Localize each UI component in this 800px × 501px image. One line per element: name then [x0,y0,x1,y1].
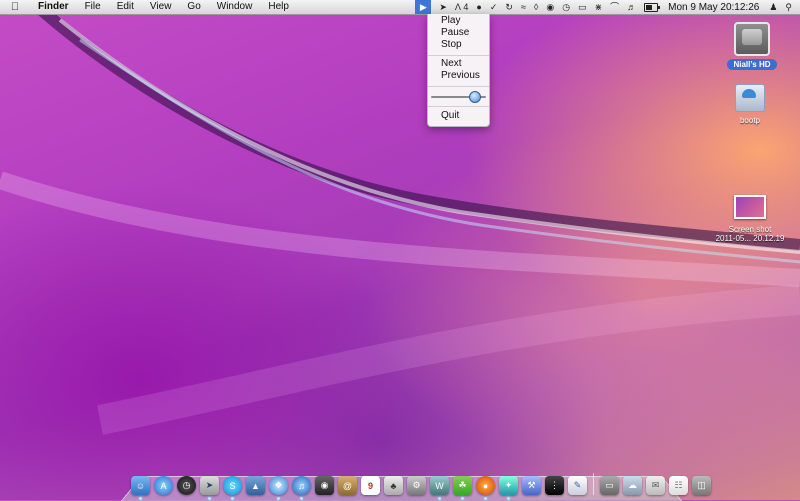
twitter-icon[interactable]: ✦ [499,476,518,500]
finder-icon[interactable]: ☺ [131,476,150,500]
clock[interactable]: Mon 9 May 20:12:26 [662,2,765,13]
bluetooth-icon[interactable]: ⋇ [591,0,607,14]
player-menu: Play Pause Stop Next Previous Quit [427,14,490,127]
wallpaper [0,0,800,435]
checkmark-icon[interactable]: ✓ [486,0,502,14]
skype-icon[interactable]: S [223,476,242,500]
menu-edit[interactable]: Edit [109,0,142,14]
documents-stack-icon[interactable]: ☷ [669,476,688,495]
desktop-icon-label: 2011-05... 20.12.19 [715,234,785,243]
user-icon[interactable]: ♟ [765,0,781,14]
xcode-icon[interactable]: ⚒ [522,476,541,495]
textedit-icon[interactable]: ✎ [568,476,587,495]
evernote-icon[interactable]: ● [472,0,485,14]
menu-window[interactable]: Window [209,0,261,14]
network-drive-icon [735,84,765,112]
menu-item-pause[interactable]: Pause [441,27,469,39]
mail-stack-icon[interactable]: ✉ [646,476,665,495]
desktop-icon-label: Niall’s HD [727,59,777,70]
address-book-icon[interactable]: @ [338,476,357,495]
preview-icon[interactable]: ▲ [246,476,265,495]
cloud-icon[interactable]: ☁ [623,476,642,495]
itunes-icon[interactable]: ♫ [292,476,311,500]
drive-icon[interactable]: ▭ [600,476,619,495]
spotlight-icon[interactable]: ⚲ [781,0,800,14]
ical-icon[interactable]: 9 [361,476,380,495]
dock-icons: ☺ A ◷ ➤ S ▲ ❖ ♫ ◉ @ 9 ♣ ⚙ W ☘ ● ✦ ⚒ ⋮ ✎ … [131,471,715,500]
dock-separator [593,473,594,495]
menu-separator [428,106,489,107]
trash-icon[interactable]: ◫ [692,476,711,495]
status-count: 4 [463,2,469,12]
calendar-day: 9 [367,480,373,491]
growl-icon[interactable]: ☘ [453,476,472,500]
battery-icon[interactable] [640,0,662,14]
desktop-icon-label: bootp [739,116,761,125]
firefox-icon[interactable]: ● [476,476,495,500]
pages-icon[interactable]: W [430,476,449,500]
apple-menu-icon[interactable]:  [8,0,22,14]
volume-slider-knob[interactable] [469,91,482,103]
play-status-icon[interactable]: ▶ [415,0,432,14]
mail-icon[interactable]: ➤ [200,476,219,500]
safari-icon[interactable]: ❖ [269,476,288,500]
cursor-icon[interactable]: ➤ [435,0,451,14]
menu-item-play[interactable]: Play [441,15,460,27]
menu-item-stop[interactable]: Stop [441,39,462,51]
menu-separator [428,86,489,87]
photo-booth-icon[interactable]: ◉ [315,476,334,495]
menu-separator [428,55,489,56]
menu-item-quit[interactable]: Quit [441,110,459,122]
wifi-icon[interactable]: ⌒ [606,0,623,14]
menu-item-previous[interactable]: Previous [441,70,480,82]
menu-item-next[interactable]: Next [441,58,462,70]
menu-help[interactable]: Help [260,0,297,14]
menu-view[interactable]: View [142,0,180,14]
dashboard-icon[interactable]: ◷ [177,476,196,495]
desktop-icon-screenshot[interactable]: Screen shot 2011-05... 20.12.19 [704,195,796,243]
app-menu-finder[interactable]: Finder [30,0,77,14]
blackberry-icon[interactable]: ⋮ [545,476,564,495]
app-store-icon[interactable]: A [154,476,173,495]
screenshot-thumbnail-icon [734,195,766,219]
eye-icon[interactable]: ◉ [542,0,558,14]
menu-bar:  Finder File Edit View Go Window Help ▶… [0,0,800,15]
feed-icon[interactable]: ≈ [517,0,530,14]
display-icon[interactable]: ▭ [574,0,591,14]
volume-icon[interactable]: ♬ [623,0,640,14]
menu-file[interactable]: File [77,0,109,14]
adobe-icon[interactable]: Λ 4 [451,0,473,14]
menu-go[interactable]: Go [179,0,208,14]
sync-icon[interactable]: ↻ [501,0,517,14]
dropbox-icon[interactable]: ◊ [530,0,542,14]
desktop-icon-bootp[interactable]: bootp [722,84,778,125]
desktop-icon-label: Screen shot [728,225,772,234]
iphoto-icon[interactable]: ♣ [384,476,403,495]
desktop-icon-hd[interactable]: Niall’s HD [722,22,782,70]
system-preferences-icon[interactable]: ⚙ [407,476,426,495]
time-machine-icon[interactable]: ◷ [558,0,574,14]
hard-drive-icon [734,22,770,56]
